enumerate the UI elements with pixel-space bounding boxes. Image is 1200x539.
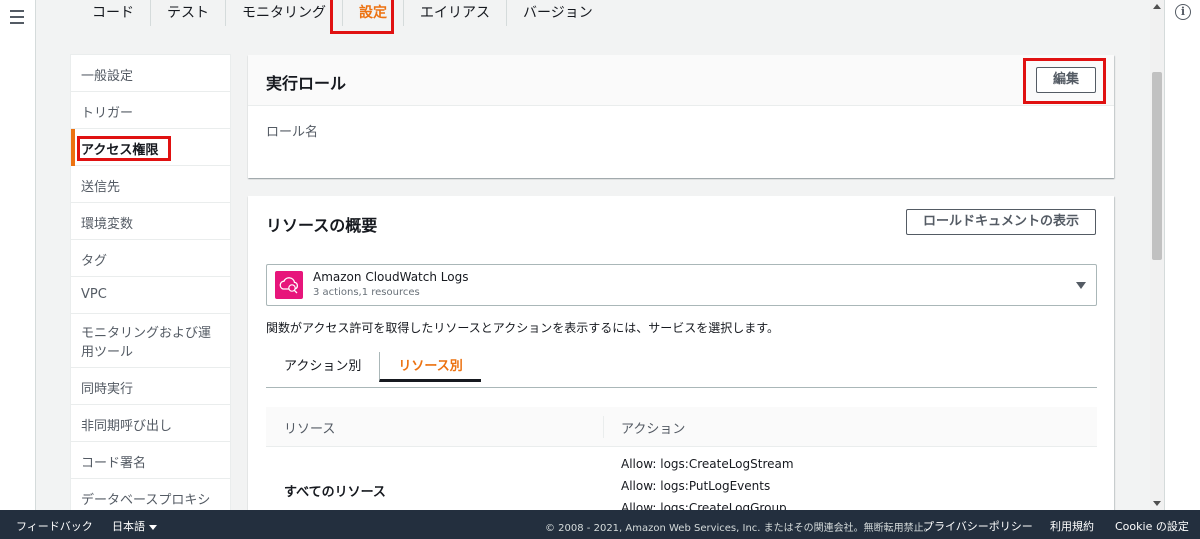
table-cell-action: Allow: logs:CreateLogGroup [621,501,787,510]
language-label: 日本語 [112,520,145,533]
tab-by-action[interactable]: アクション別 [266,346,379,388]
scroll-down-icon[interactable] [1153,501,1161,506]
language-selector[interactable]: 日本語 [112,518,157,534]
nav-item-triggers[interactable]: トリガー [71,92,230,129]
service-select[interactable]: Amazon CloudWatch Logs 3 actions,1 resou… [266,264,1097,306]
execution-role-title: 実行ロール [266,74,347,93]
nav-item-async-invocation[interactable]: 非同期呼び出し [71,405,230,442]
service-hint-text: 関数がアクセス許可を取得したリソースとアクションを表示するには、サービスを選択し… [266,321,780,335]
resource-table: リソース アクション すべてのリソース Allow: logs:CreateLo… [266,407,1097,510]
cloudwatch-logs-icon [275,271,303,299]
left-rail [0,0,36,510]
table-cell-resource: すべてのリソース [284,485,386,500]
terms-link[interactable]: 利用規約 [1050,518,1094,534]
nav-item-vpc[interactable]: VPC [71,277,230,314]
table-cell-action: Allow: logs:CreateLogStream [621,457,794,471]
table-header-row: リソース アクション [266,407,1097,447]
view-role-document-button[interactable]: ロールドキュメントの表示 [905,209,1096,235]
execution-role-header: 実行ロール 編集 [248,55,1114,106]
info-icon[interactable]: i [1175,4,1191,20]
tab-settings[interactable]: 設定 [342,0,403,26]
tab-monitoring[interactable]: モニタリング [225,0,342,26]
main-content: コード テスト モニタリング 設定 エイリアス バージョン 一般設定 トリガー … [36,0,1150,510]
nav-item-database-proxies[interactable]: データベースプロキシ [71,479,230,510]
nav-item-permissions[interactable]: アクセス権限 [71,129,230,166]
tab-by-resource[interactable]: リソース別 [379,352,481,382]
execution-role-panel: 実行ロール 編集 ロール名 [248,55,1114,178]
nav-item-concurrency[interactable]: 同時実行 [71,368,230,405]
copyright-text: © 2008 - 2021, Amazon Web Services, Inc.… [545,523,934,534]
role-name-label: ロール名 [266,125,319,140]
resource-summary-panel: リソースの概要 ロールドキュメントの表示 Amazon CloudWatch L… [248,196,1114,510]
right-rail: i [1164,0,1200,510]
resource-summary-header: リソースの概要 ロールドキュメントの表示 [248,196,1114,248]
nav-item-destinations[interactable]: 送信先 [71,166,230,203]
service-detail: 3 actions,1 resources [313,287,420,298]
caret-down-icon [1076,282,1086,289]
function-tabs: コード テスト モニタリング 設定 エイリアス バージョン [76,0,609,28]
table-cell-action: Allow: logs:PutLogEvents [621,479,771,493]
scroll-up-icon[interactable] [1153,4,1161,9]
tab-code[interactable]: コード [76,0,150,26]
caret-down-icon [149,524,157,530]
resource-summary-title: リソースの概要 [266,216,378,235]
nav-item-tags[interactable]: タグ [71,240,230,277]
page-scrollbar[interactable] [1150,0,1164,510]
tab-test[interactable]: テスト [150,0,225,26]
tab-versions[interactable]: バージョン [506,0,609,26]
edit-button[interactable]: 編集 [1035,67,1096,93]
service-name: Amazon CloudWatch Logs [313,270,469,284]
summary-tabs: アクション別 リソース別 [266,346,1097,388]
nav-item-code-signing[interactable]: コード署名 [71,442,230,479]
privacy-policy-link[interactable]: プライバシーポリシー [923,518,1033,534]
settings-side-nav: 一般設定 トリガー アクセス権限 送信先 環境変数 タグ VPC モニタリングお… [70,54,231,510]
nav-item-env-vars[interactable]: 環境変数 [71,203,230,240]
menu-icon[interactable] [10,10,24,24]
cookie-settings-link[interactable]: Cookie の設定 [1115,518,1189,534]
tab-aliases[interactable]: エイリアス [403,0,506,26]
footer: フィードバック 日本語 © 2008 - 2021, Amazon Web Se… [0,510,1200,539]
nav-item-general[interactable]: 一般設定 [71,55,230,92]
column-header-resource: リソース [284,422,336,437]
column-header-action: アクション [621,422,686,437]
scroll-thumb[interactable] [1152,72,1162,260]
nav-item-monitoring-tools[interactable]: モニタリングおよび運用ツール [71,314,230,368]
column-divider [603,416,604,438]
feedback-link[interactable]: フィードバック [16,518,93,534]
